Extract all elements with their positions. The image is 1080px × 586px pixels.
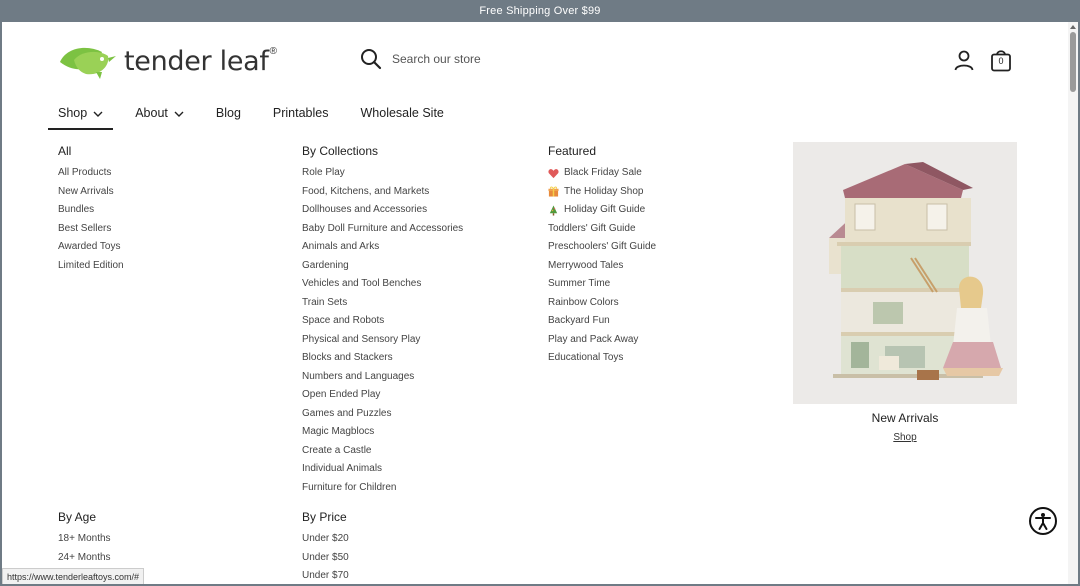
- shop-mega-menu: All All Products New Arrivals Bundles Be…: [2, 130, 1070, 584]
- nav-about-label: About: [135, 106, 168, 120]
- cart-count: 0: [998, 56, 1004, 66]
- menu-item[interactable]: Under $20: [302, 530, 349, 549]
- nav-blog[interactable]: Blog: [206, 100, 251, 130]
- menu-item[interactable]: Numbers and Languages: [302, 368, 463, 387]
- menu-item[interactable]: 18+ Months: [58, 530, 111, 549]
- menu-heading-all[interactable]: All: [58, 144, 124, 158]
- main-nav: Shop About Blog Printables Wholesale Sit…: [48, 100, 466, 130]
- status-bar-url: https://www.tenderleaftoys.com/#: [2, 568, 145, 584]
- menu-list-price: Under $20 Under $50 Under $70: [302, 530, 349, 584]
- announcement-bar: Free Shipping Over $99: [2, 0, 1078, 22]
- menu-list-featured: Black Friday Sale The Holiday Shop Holid…: [548, 164, 656, 368]
- menu-item[interactable]: Preschoolers' Gift Guide: [548, 238, 656, 257]
- nav-printables[interactable]: Printables: [263, 100, 339, 130]
- scrollbar-thumb[interactable]: [1070, 32, 1076, 92]
- chevron-down-icon: [93, 111, 103, 117]
- menu-item[interactable]: Train Sets: [302, 294, 463, 313]
- menu-item[interactable]: Dollhouses and Accessories: [302, 201, 463, 220]
- brand-name: tender leaf: [124, 45, 269, 77]
- site-header: tender leaf ® 0: [2, 22, 1070, 100]
- menu-column-all: All All Products New Arrivals Bundles Be…: [58, 144, 124, 275]
- cart-button[interactable]: 0: [989, 47, 1013, 73]
- menu-item[interactable]: Magic Magblocs: [302, 423, 463, 442]
- nav-about[interactable]: About: [125, 100, 194, 130]
- menu-column-age: By Age 18+ Months 24+ Months: [58, 510, 111, 567]
- menu-item[interactable]: Bundles: [58, 201, 124, 220]
- menu-heading-collections[interactable]: By Collections: [302, 144, 463, 158]
- menu-item[interactable]: New Arrivals: [58, 183, 124, 202]
- browser-page: Free Shipping Over $99 tender leaf ® Sea…: [0, 0, 1080, 586]
- chevron-down-icon: [174, 111, 184, 117]
- menu-item[interactable]: Rainbow Colors: [548, 294, 656, 313]
- menu-item-gift-guide[interactable]: Holiday Gift Guide: [548, 201, 656, 220]
- scroll-up-arrow-icon[interactable]: [1070, 24, 1076, 30]
- menu-list-age: 18+ Months 24+ Months: [58, 530, 111, 567]
- menu-item[interactable]: Space and Robots: [302, 312, 463, 331]
- menu-heading-price[interactable]: By Price: [302, 510, 349, 524]
- menu-item[interactable]: Role Play: [302, 164, 463, 183]
- search-bar[interactable]: [360, 48, 592, 70]
- christmas-tree-icon: [549, 205, 558, 216]
- menu-item[interactable]: 24+ Months: [58, 549, 111, 568]
- menu-list-collections: Role Play Food, Kitchens, and Markets Do…: [302, 164, 463, 497]
- nav-wholesale[interactable]: Wholesale Site: [351, 100, 454, 130]
- menu-item[interactable]: Animals and Arks: [302, 238, 463, 257]
- menu-item[interactable]: Blocks and Stackers: [302, 349, 463, 368]
- menu-item[interactable]: Open Ended Play: [302, 386, 463, 405]
- account-icon[interactable]: [952, 48, 976, 72]
- search-input[interactable]: [392, 52, 592, 66]
- menu-item[interactable]: Best Sellers: [58, 220, 124, 239]
- menu-item-label: Holiday Gift Guide: [564, 204, 646, 215]
- gift-icon: [548, 186, 559, 197]
- menu-item[interactable]: Gardening: [302, 257, 463, 276]
- menu-heading-featured[interactable]: Featured: [548, 144, 656, 158]
- menu-item[interactable]: Under $70: [302, 567, 349, 584]
- menu-item[interactable]: Toddlers' Gift Guide: [548, 220, 656, 239]
- nav-shop-label: Shop: [58, 106, 88, 120]
- menu-item[interactable]: Merrywood Tales: [548, 257, 656, 276]
- menu-item[interactable]: Games and Puzzles: [302, 405, 463, 424]
- menu-item[interactable]: Food, Kitchens, and Markets: [302, 183, 463, 202]
- registered-mark: ®: [269, 45, 277, 57]
- accessibility-icon: [1035, 513, 1051, 530]
- menu-item[interactable]: Furniture for Children: [302, 479, 463, 498]
- accessibility-button[interactable]: [1029, 507, 1057, 535]
- menu-item[interactable]: Backyard Fun: [548, 312, 656, 331]
- menu-column-collections: By Collections Role Play Food, Kitchens,…: [302, 144, 463, 497]
- menu-item[interactable]: Vehicles and Tool Benches: [302, 275, 463, 294]
- menu-column-price: By Price Under $20 Under $50 Under $70: [302, 510, 349, 584]
- brand-logo[interactable]: tender leaf ®: [56, 42, 277, 80]
- menu-heading-age[interactable]: By Age: [58, 510, 111, 524]
- menu-item[interactable]: Play and Pack Away: [548, 331, 656, 350]
- menu-item[interactable]: Physical and Sensory Play: [302, 331, 463, 350]
- menu-item[interactable]: All Products: [58, 164, 124, 183]
- menu-item-label: The Holiday Shop: [564, 185, 644, 197]
- menu-item-black-friday[interactable]: Black Friday Sale: [548, 164, 656, 183]
- menu-list-all: All Products New Arrivals Bundles Best S…: [58, 164, 124, 275]
- promo-shop-link[interactable]: Shop: [793, 432, 1017, 443]
- nav-shop[interactable]: Shop: [48, 100, 114, 130]
- menu-item-holiday-shop[interactable]: The Holiday Shop: [548, 183, 656, 202]
- dollhouse-with-child-illustration: [793, 142, 1017, 404]
- menu-item[interactable]: Individual Animals: [302, 460, 463, 479]
- menu-item[interactable]: Summer Time: [548, 275, 656, 294]
- menu-item[interactable]: Limited Edition: [58, 257, 124, 276]
- search-icon[interactable]: [360, 48, 382, 70]
- menu-column-featured: Featured Black Friday Sale The Holiday S…: [548, 144, 656, 368]
- promo-title: New Arrivals: [871, 411, 939, 425]
- new-arrivals-image[interactable]: [793, 142, 1017, 404]
- menu-item[interactable]: Awarded Toys: [58, 238, 124, 257]
- menu-item[interactable]: Create a Castle: [302, 442, 463, 461]
- heart-icon: [548, 168, 559, 178]
- menu-item[interactable]: Under $50: [302, 549, 349, 568]
- leaf-bird-logo-icon: [60, 47, 116, 79]
- menu-item-label: Black Friday Sale: [564, 167, 642, 178]
- menu-item[interactable]: Educational Toys: [548, 349, 656, 368]
- menu-item[interactable]: Baby Doll Furniture and Accessories: [302, 220, 463, 239]
